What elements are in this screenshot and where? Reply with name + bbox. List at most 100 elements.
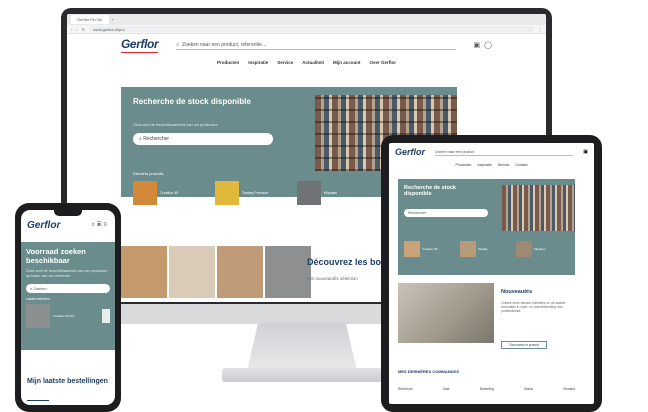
product-swatch: [404, 241, 420, 257]
recent-product-card[interactable]: Taralay Premium: [215, 181, 291, 205]
tablet-device: Gerflor Zoeken naar een product ▣ Produc…: [381, 135, 602, 412]
phone-header: Gerflor ⌕▣≡: [27, 220, 109, 231]
search-placeholder: Zoeken: [33, 286, 47, 291]
table-header[interactable]: Référence: [398, 387, 413, 391]
bathroom-photo: [398, 283, 494, 343]
recent-product-card[interactable]: Taralay: [460, 241, 510, 257]
hero-subtitle: Vind snel de beschikbaarheid van uw prod…: [133, 122, 218, 127]
floor-sample[interactable]: [217, 246, 263, 298]
site-search-input[interactable]: ⌕ Zoeken naar een product, referentie…: [176, 40, 456, 50]
product-swatch: [516, 241, 532, 257]
table-header[interactable]: Date: [443, 387, 450, 391]
recent-products-label: Laatst bekeken: [26, 297, 50, 301]
nav-item[interactable]: Service: [277, 60, 293, 65]
gerflor-logo[interactable]: Gerflor: [121, 37, 159, 53]
recent-product-card[interactable]: Creation 55: [133, 181, 209, 205]
nav-item[interactable]: Inspiratie: [248, 60, 268, 65]
site-header: Gerflor ⌕ Zoeken naar een product, refer…: [67, 34, 546, 56]
tablet-header: Gerflor Zoeken naar een product ▣: [389, 143, 594, 161]
logo-text: Gerflor: [121, 37, 159, 51]
nav-item[interactable]: Actualiteit: [302, 60, 324, 65]
cart-icon[interactable]: ▣: [474, 41, 481, 49]
phone-notch: [54, 210, 82, 216]
orders-title: MES DERNIÈRES COMMANDES: [398, 369, 459, 374]
new-tab-icon[interactable]: +: [112, 17, 114, 22]
hero-title: Recherche de stock disponible: [404, 185, 456, 197]
hero-title: Voorraad zoeken beschikbaar: [26, 247, 86, 265]
tablet-search-input[interactable]: Zoeken naar een product: [435, 148, 574, 156]
product-label: Taralay Premium: [242, 191, 269, 195]
recent-product-card[interactable]: Mipolam: [297, 181, 373, 205]
table-header[interactable]: Montant: [563, 387, 575, 391]
orders-underline: [27, 400, 49, 401]
monitor-stand-neck: [247, 323, 357, 371]
nav-item[interactable]: Over Gerflor: [370, 60, 397, 65]
cart-icon[interactable]: ▣: [583, 149, 588, 155]
recent-product-card[interactable]: Creation 55: [404, 241, 454, 257]
orders-table-header: Référence Date Bestelling Status Montant: [398, 387, 575, 391]
hero-search-input[interactable]: ⌕ Rechercher: [133, 133, 273, 145]
hero-search-placeholder: Rechercher: [143, 136, 170, 142]
nav-item[interactable]: Producten: [217, 60, 239, 65]
nav-item[interactable]: Producten: [456, 163, 472, 167]
monitor-stand-base: [222, 368, 382, 382]
recent-product-card[interactable]: Mipolam: [516, 241, 566, 257]
tablet-screen: Gerflor Zoeken naar een product ▣ Produc…: [389, 143, 594, 404]
search-icon: ⌕: [176, 41, 180, 48]
search-placeholder: Zoeken naar een product, referentie…: [182, 41, 267, 48]
warehouse-photo: [502, 185, 575, 231]
browser-tab[interactable]: Gerflor Pro NL: [71, 15, 109, 24]
product-label: Creation 55: [160, 191, 179, 195]
hero-subtitle: Zoek snel de beschikbaarheid van uw prod…: [26, 269, 108, 278]
address-bar[interactable]: www.gerflor.nl/pro: [89, 26, 534, 32]
nav-item[interactable]: Contact: [515, 163, 527, 167]
hero-title: Recherche de stock disponible: [133, 97, 251, 106]
gerflor-logo[interactable]: Gerflor: [395, 147, 425, 157]
phone-device: Gerflor ⌕▣≡ Voorraad zoeken beschikbaar …: [15, 203, 121, 412]
news-button[interactable]: Découvrez le produit: [501, 341, 547, 349]
gerflor-logo[interactable]: Gerflor: [27, 220, 60, 231]
floor-sample[interactable]: [169, 246, 215, 298]
product-swatch: [133, 181, 157, 205]
product-label: Taralay: [478, 247, 488, 251]
floor-sample[interactable]: [265, 246, 311, 298]
user-icon[interactable]: ◯: [484, 41, 492, 49]
main-nav: Producten Inspiratie Service Actualiteit…: [67, 56, 546, 68]
hero-search-input[interactable]: Rechercher: [404, 209, 488, 217]
orders-title: Mijn laatste bestellingen: [27, 378, 108, 385]
floor-samples-row: [121, 246, 311, 298]
nav-item[interactable]: Inspiratie: [478, 163, 492, 167]
product-label: Creation 55 Clic: [53, 314, 75, 318]
reload-icon[interactable]: ↻: [82, 27, 85, 32]
back-icon[interactable]: ‹: [71, 27, 72, 32]
nav-item[interactable]: Mijn account: [333, 60, 361, 65]
recent-products-label: Derniers produits: [133, 171, 164, 176]
menu-icon[interactable]: ≡: [103, 222, 109, 228]
floor-sample[interactable]: [121, 246, 167, 298]
nav-item[interactable]: Service: [498, 163, 510, 167]
header-icons: ▣ ◯: [474, 41, 492, 49]
phone-header-icons: ⌕▣≡: [92, 222, 109, 229]
recent-products-list: Creation 55 Taralay Premium Mipolam: [133, 181, 373, 205]
table-header[interactable]: Bestelling: [480, 387, 494, 391]
product-label: Mipolam: [534, 247, 546, 251]
device-mockup-scene: Gerflor Pro NL + ‹ › ↻ www.gerflor.nl/pr…: [0, 0, 648, 412]
product-label: Creation 55: [422, 247, 438, 251]
browser-menu-icon[interactable]: ⋮: [538, 27, 542, 32]
table-header[interactable]: Status: [524, 387, 533, 391]
browser-tab-bar: Gerflor Pro NL +: [67, 14, 546, 25]
tablet-nav: Producten Inspiratie Service Contact: [389, 161, 594, 169]
product-swatch: [297, 181, 321, 205]
product-swatch: [460, 241, 476, 257]
next-arrow-icon[interactable]: [102, 309, 110, 323]
recent-product-card[interactable]: Creation 55 Clic: [26, 304, 110, 328]
discover-subtitle: Les nouveautés sélection: [307, 276, 358, 281]
browser-address-row: ‹ › ↻ www.gerflor.nl/pro ⋮: [67, 25, 546, 34]
forward-icon[interactable]: ›: [76, 27, 77, 32]
news-title: Nouveautés: [501, 289, 533, 295]
phone-screen: Gerflor ⌕▣≡ Voorraad zoeken beschikbaar …: [21, 210, 115, 405]
phone-hero: Voorraad zoeken beschikbaar Zoek snel de…: [21, 242, 115, 350]
tablet-swatch-row: Creation 55 Taralay Mipolam: [404, 241, 566, 257]
news-body: Ontdek onze nieuwe collecties en de laat…: [501, 301, 566, 313]
hero-search-input[interactable]: ⌕ Zoeken: [26, 284, 110, 293]
